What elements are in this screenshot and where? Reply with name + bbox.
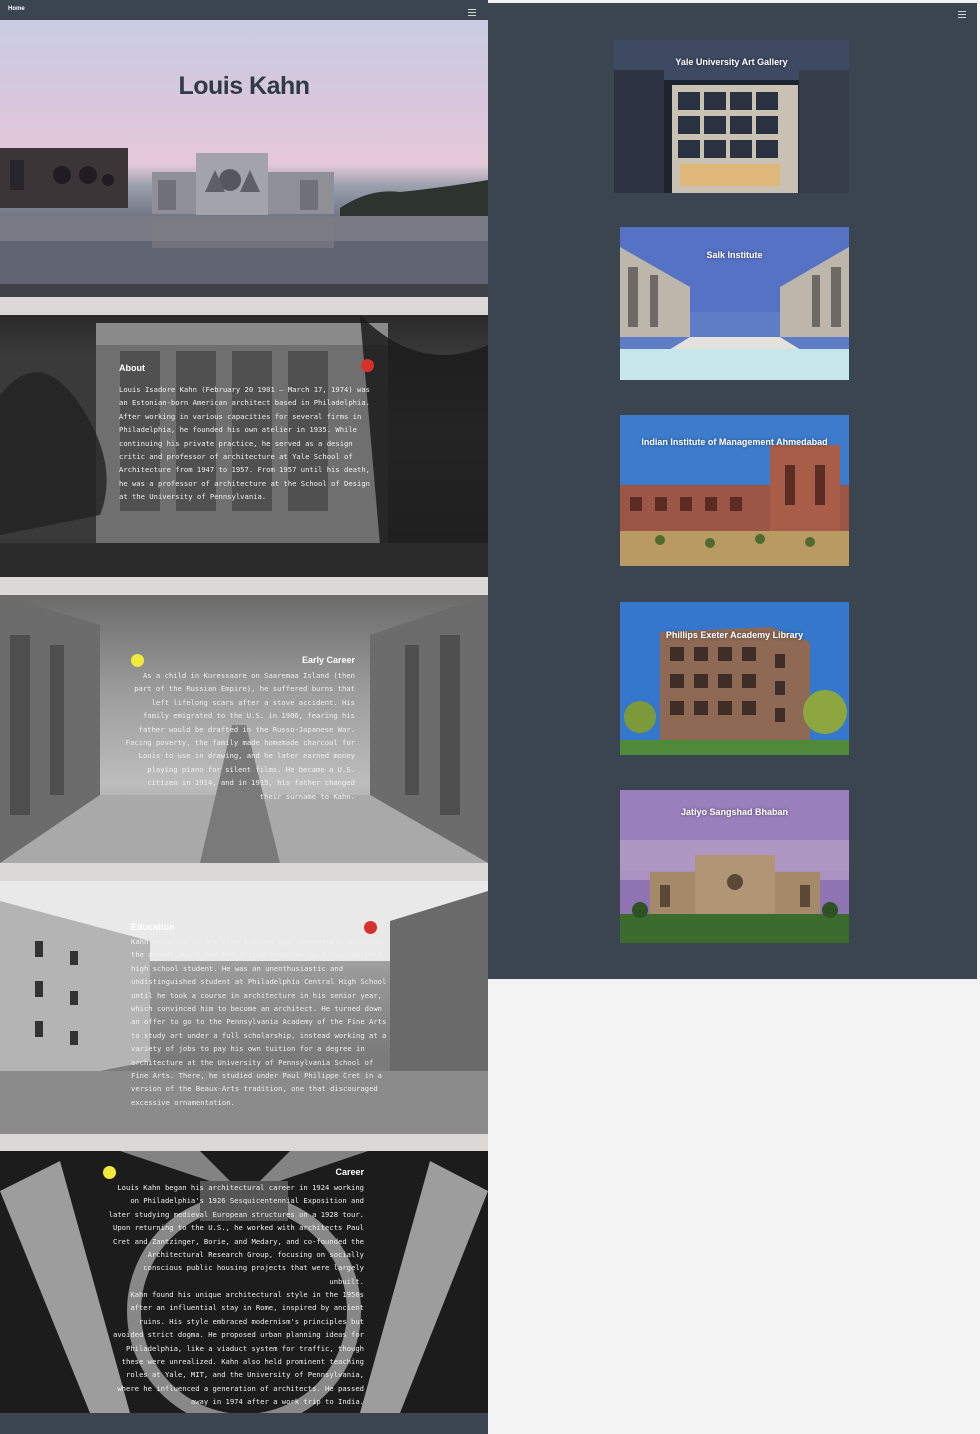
right-panel: Yale University Art Gallery Salk Institu…: [488, 3, 977, 979]
career-section: Career Louis Kahn began his architectura…: [0, 1151, 488, 1413]
hero-section: Louis Kahn: [0, 20, 488, 297]
yellow-dot-marker: [131, 654, 144, 667]
education-text: Kahn excelled in art from a young age, r…: [131, 937, 387, 1107]
hamburger-menu-icon[interactable]: [958, 11, 966, 18]
about-section: About Louis Isadore Kahn (February 20 19…: [0, 315, 488, 577]
yellow-dot-marker: [103, 1166, 116, 1179]
work-title: Jatiyo Sangshad Bhaban: [680, 807, 789, 817]
top-nav-bar: Home: [0, 3, 488, 20]
career-text-1: Louis Kahn began his architectural caree…: [108, 1183, 364, 1286]
work-card-exeter-library[interactable]: Phillips Exeter Academy Library: [620, 602, 849, 755]
career-text-2: Kahn found his unique architectural styl…: [113, 1290, 364, 1407]
early-career-title: Early Career: [301, 655, 355, 665]
work-title: Yale University Art Gallery: [675, 57, 788, 67]
education-section: Education Kahn excelled in art from a yo…: [0, 881, 488, 1134]
home-link[interactable]: Home: [8, 6, 25, 12]
education-title: Education: [131, 922, 175, 932]
work-title: Salk Institute: [706, 250, 763, 260]
red-dot-marker: [364, 921, 377, 934]
left-column: Home Louis Kahn About Louis Isadore Kahn…: [0, 0, 488, 1434]
work-card-jatiyo-sangshad[interactable]: Jatiyo Sangshad Bhaban: [620, 790, 849, 943]
section-divider: [0, 577, 488, 595]
career-title: Career: [335, 1167, 364, 1177]
red-dot-marker: [361, 359, 374, 372]
section-divider: [0, 863, 488, 881]
work-title: Phillips Exeter Academy Library: [665, 630, 804, 640]
work-card-yale-art-gallery[interactable]: Yale University Art Gallery: [614, 40, 849, 193]
about-title: About: [119, 363, 145, 373]
exeter-library-image: [620, 602, 849, 755]
early-career-section: Early Career As a child in Kuressaare on…: [0, 595, 488, 863]
section-divider: [0, 1134, 488, 1151]
page-title: Louis Kahn: [178, 72, 310, 100]
hero-building-image: [0, 148, 488, 297]
work-card-iim-ahmedabad[interactable]: Indian Institute of Management Ahmedabad: [620, 415, 849, 566]
work-card-salk-institute[interactable]: Salk Institute: [620, 227, 849, 380]
early-career-text: As a child in Kuressaare on Saaremaa Isl…: [125, 671, 355, 801]
about-text: Louis Isadore Kahn (February 20 1901 – M…: [119, 385, 370, 502]
work-title: Indian Institute of Management Ahmedabad: [641, 437, 828, 447]
section-divider: [0, 297, 488, 315]
hamburger-menu-icon[interactable]: [468, 9, 476, 16]
